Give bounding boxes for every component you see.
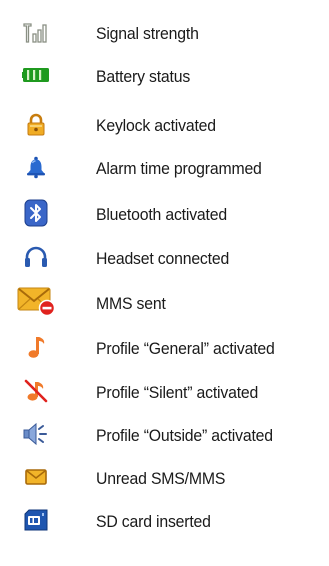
signal-strength-icon xyxy=(22,18,50,46)
legend-label: Profile “Outside” activated xyxy=(96,426,273,445)
status-icon-legend: Signal strength Battery status Keylock a… xyxy=(0,0,329,566)
legend-row-alarm: Alarm time programmed xyxy=(0,153,329,181)
headset-icon xyxy=(22,243,50,271)
muted-note-icon xyxy=(22,377,50,405)
legend-row-unread-sms: Unread SMS/MMS xyxy=(0,463,329,491)
legend-row-signal: Signal strength xyxy=(0,18,329,46)
speaker-loud-icon xyxy=(22,420,50,448)
envelope-sent-icon xyxy=(16,285,56,317)
legend-label: Battery status xyxy=(96,67,191,86)
legend-label: Profile “General” activated xyxy=(96,339,275,358)
legend-row-sd-card: SD card inserted xyxy=(0,506,329,534)
legend-label: Unread SMS/MMS xyxy=(96,469,226,488)
legend-label: SD card inserted xyxy=(96,512,211,531)
legend-row-profile-general: Profile “General” activated xyxy=(0,333,329,361)
legend-label: Alarm time programmed xyxy=(96,159,262,178)
legend-label: Signal strength xyxy=(96,24,199,43)
bell-icon xyxy=(22,153,50,181)
bluetooth-icon xyxy=(22,199,50,227)
legend-row-bluetooth: Bluetooth activated xyxy=(0,199,329,227)
music-note-icon xyxy=(22,333,50,361)
legend-row-headset: Headset connected xyxy=(0,243,329,271)
envelope-icon xyxy=(22,463,50,491)
padlock-icon xyxy=(22,110,50,138)
legend-label: Headset connected xyxy=(96,249,230,268)
legend-row-profile-silent: Profile “Silent” activated xyxy=(0,377,329,405)
legend-label: MMS sent xyxy=(96,294,166,313)
legend-row-keylock: Keylock activated xyxy=(0,110,329,138)
battery-icon xyxy=(22,61,50,89)
legend-label: Keylock activated xyxy=(96,116,216,135)
legend-row-battery: Battery status xyxy=(0,61,329,89)
legend-label: Profile “Silent” activated xyxy=(96,383,259,402)
sd-card-icon xyxy=(22,506,50,534)
legend-label: Bluetooth activated xyxy=(96,205,227,224)
legend-row-profile-outside: Profile “Outside” activated xyxy=(0,420,329,448)
legend-row-mms-sent: MMS sent xyxy=(0,285,329,317)
